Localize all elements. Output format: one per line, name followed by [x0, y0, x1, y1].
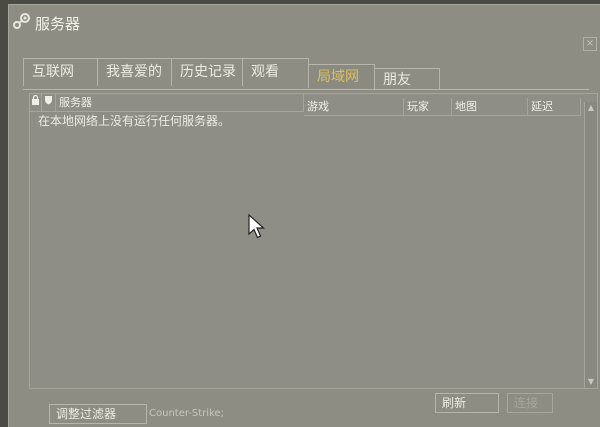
mouse-cursor-icon — [248, 214, 266, 239]
shield-icon[interactable] — [42, 94, 56, 112]
tab-lan[interactable]: 局域网 — [308, 64, 375, 88]
column-servers[interactable]: 服务器 — [56, 94, 304, 112]
close-button[interactable]: × — [583, 37, 597, 51]
column-latency[interactable]: 延迟 — [528, 98, 581, 116]
window-title: 服务器 — [35, 15, 81, 33]
title-bar[interactable]: 服务器 — [9, 5, 600, 37]
tab-history[interactable]: 历史记录 — [171, 58, 243, 86]
lock-icon[interactable] — [30, 94, 42, 112]
column-game[interactable]: 游戏 — [304, 98, 404, 116]
scroll-down-button[interactable]: ▼ — [585, 376, 597, 388]
tab-spectate[interactable]: 观看 — [242, 58, 309, 86]
connect-button[interactable]: 连接 — [507, 393, 553, 413]
server-list[interactable]: 服务器 游戏 玩家 地图 延迟 在本地网络上没有运行任何服务器。 ▲ ▼ — [29, 93, 598, 389]
filter-button[interactable]: 调整过滤器 — [49, 404, 147, 424]
tab-internet[interactable]: 互联网 — [23, 58, 98, 86]
tab-favorites[interactable]: 我喜爱的 — [97, 58, 172, 86]
scroll-up-button[interactable]: ▲ — [585, 102, 597, 114]
refresh-button[interactable]: 刷新 — [435, 393, 499, 413]
column-header-row: 服务器 游戏 玩家 地图 延迟 — [30, 94, 597, 116]
empty-list-message: 在本地网络上没有运行任何服务器。 — [38, 114, 231, 128]
vertical-scrollbar[interactable]: ▲ ▼ — [584, 102, 597, 388]
game-filter-label: Counter-Strike; — [149, 408, 225, 419]
steam-icon — [13, 13, 30, 29]
column-players[interactable]: 玩家 — [404, 98, 452, 116]
servers-window: 服务器 × 互联网 我喜爱的 历史记录 观看 局域网 朋友 服务器 游戏 玩家 … — [8, 4, 600, 427]
column-map[interactable]: 地图 — [452, 98, 528, 116]
tab-underline — [23, 89, 589, 90]
tab-friends[interactable]: 朋友 — [374, 68, 440, 90]
